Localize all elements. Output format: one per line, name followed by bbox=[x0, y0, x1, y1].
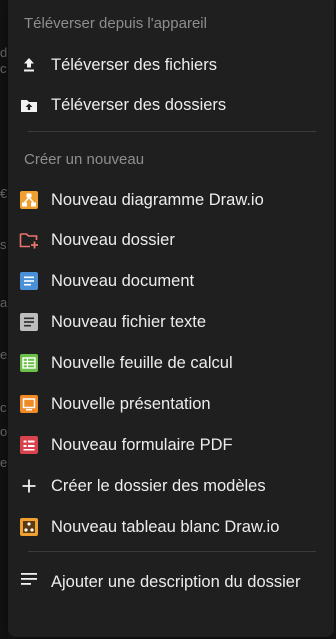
text-file-icon bbox=[18, 311, 40, 333]
new-pdf-form-label: Nouveau formulaire PDF bbox=[51, 435, 233, 454]
new-document-menu-item[interactable]: Nouveau document bbox=[8, 263, 334, 299]
new-presentation-menu-item[interactable]: Nouvelle présentation bbox=[8, 386, 334, 422]
presentation-icon bbox=[18, 393, 40, 415]
add-folder-description-label: Ajouter une description du dossier bbox=[51, 573, 301, 591]
drawio-diagram-icon bbox=[18, 189, 40, 211]
background-text-fragment: c bbox=[0, 61, 7, 76]
background-text-fragment: a bbox=[0, 295, 8, 310]
new-folder-menu-item[interactable]: Nouveau dossier bbox=[8, 222, 334, 258]
background-text-fragment: € bbox=[0, 186, 8, 201]
background-text-fragment: c bbox=[0, 400, 7, 415]
menu-divider bbox=[28, 551, 316, 552]
new-presentation-label: Nouvelle présentation bbox=[51, 394, 211, 413]
background-text-fragment: e bbox=[0, 455, 8, 470]
create-templates-folder-label: Créer le dossier des modèles bbox=[51, 476, 266, 495]
new-text-file-menu-item[interactable]: Nouveau fichier texte bbox=[8, 304, 334, 340]
upload-files-menu-item[interactable]: Téléverser des fichiers bbox=[8, 47, 334, 83]
background-text-fragment: e bbox=[0, 347, 8, 362]
new-drawio-diagram-label: Nouveau diagramme Draw.io bbox=[51, 190, 264, 209]
pdf-form-icon bbox=[18, 434, 40, 456]
add-folder-description-menu-item[interactable]: Ajouter une description du dossier bbox=[8, 563, 334, 629]
upload-files-label: Téléverser des fichiers bbox=[51, 55, 217, 74]
background-text-fragment: s bbox=[0, 237, 7, 252]
menu-divider bbox=[28, 131, 316, 132]
new-drawio-diagram-menu-item[interactable]: Nouveau diagramme Draw.io bbox=[8, 182, 334, 218]
document-icon bbox=[18, 270, 40, 292]
new-drawio-whiteboard-label: Nouveau tableau blanc Draw.io bbox=[51, 517, 280, 536]
new-spreadsheet-label: Nouvelle feuille de calcul bbox=[51, 353, 233, 372]
background-page-edge: d c € s a e c o e bbox=[0, 0, 8, 639]
upload-icon bbox=[18, 54, 40, 76]
create-templates-folder-menu-item[interactable]: Créer le dossier des modèles bbox=[8, 468, 334, 504]
text-lines-icon bbox=[18, 568, 40, 590]
new-item-dropdown-menu: Téléverser depuis l'appareil Téléverser … bbox=[8, 0, 334, 637]
new-pdf-form-menu-item[interactable]: Nouveau formulaire PDF bbox=[8, 427, 334, 463]
upload-folders-label: Téléverser des dossiers bbox=[51, 95, 227, 114]
upload-folders-menu-item[interactable]: Téléverser des dossiers bbox=[8, 87, 334, 123]
new-spreadsheet-menu-item[interactable]: Nouvelle feuille de calcul bbox=[8, 345, 334, 381]
folder-upload-icon bbox=[18, 94, 40, 116]
plus-icon bbox=[18, 475, 40, 497]
background-text-fragment: d bbox=[0, 45, 8, 60]
background-text-fragment: o bbox=[0, 424, 8, 439]
new-drawio-whiteboard-menu-item[interactable]: Nouveau tableau blanc Draw.io bbox=[8, 509, 334, 545]
new-document-label: Nouveau document bbox=[51, 271, 195, 290]
create-section-title: Créer un nouveau bbox=[24, 151, 145, 168]
folder-add-icon bbox=[18, 229, 40, 251]
spreadsheet-icon bbox=[18, 352, 40, 374]
new-folder-label: Nouveau dossier bbox=[51, 230, 175, 249]
upload-section-title: Téléverser depuis l'appareil bbox=[24, 15, 207, 32]
drawio-whiteboard-icon bbox=[18, 516, 40, 538]
new-text-file-label: Nouveau fichier texte bbox=[51, 312, 207, 331]
